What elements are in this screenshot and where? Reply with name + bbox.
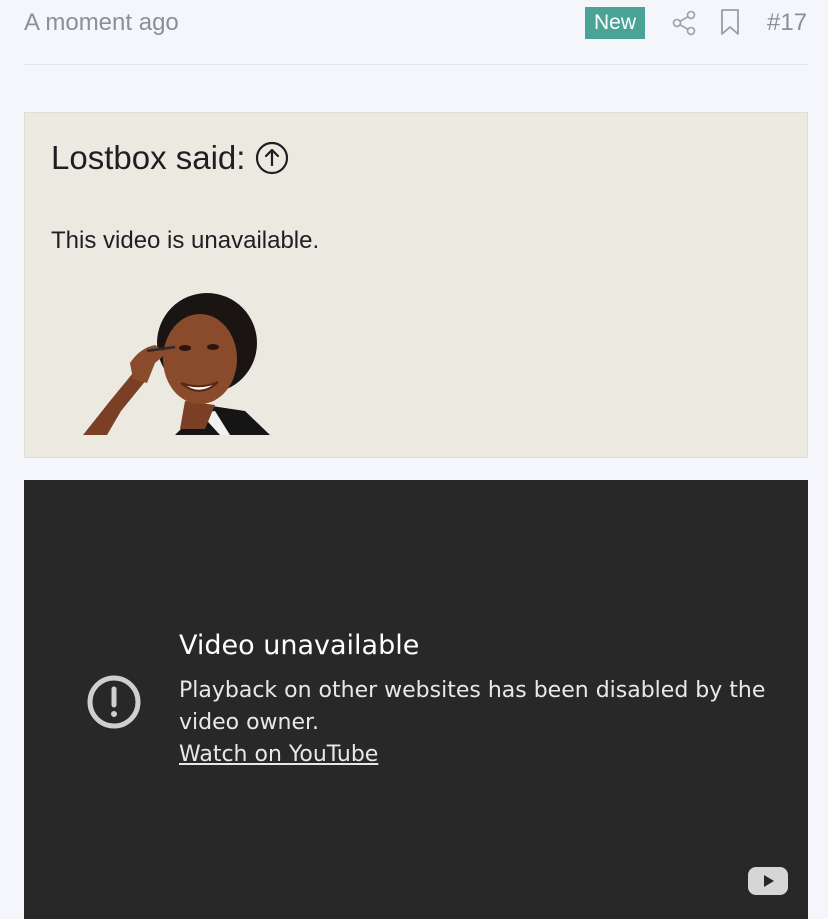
video-message: Playback on other websites has been disa… xyxy=(179,678,766,735)
quote-image xyxy=(55,293,287,435)
post-timestamp[interactable]: A moment ago xyxy=(24,9,179,37)
quote-header: Lostbox said: xyxy=(51,139,289,177)
alert-circle-icon xyxy=(87,675,141,729)
quote-block: Lostbox said: This video is unavailable. xyxy=(24,112,808,458)
quote-author: Lostbox said: xyxy=(51,139,246,176)
video-title: Video unavailable xyxy=(179,630,420,661)
arrow-up-circle-icon[interactable] xyxy=(255,141,289,175)
youtube-logo-icon[interactable] xyxy=(748,867,788,897)
post-number[interactable]: #17 xyxy=(767,9,807,37)
watch-on-youtube-link[interactable]: Watch on YouTube xyxy=(179,739,378,771)
post-header: A moment ago New #17 xyxy=(24,0,808,65)
share-icon[interactable] xyxy=(670,9,698,37)
video-embed[interactable]: Video unavailable Playback on other webs… xyxy=(24,480,808,919)
bookmark-icon[interactable] xyxy=(720,8,740,36)
quote-text: This video is unavailable. xyxy=(51,227,320,254)
new-badge: New xyxy=(585,7,645,39)
